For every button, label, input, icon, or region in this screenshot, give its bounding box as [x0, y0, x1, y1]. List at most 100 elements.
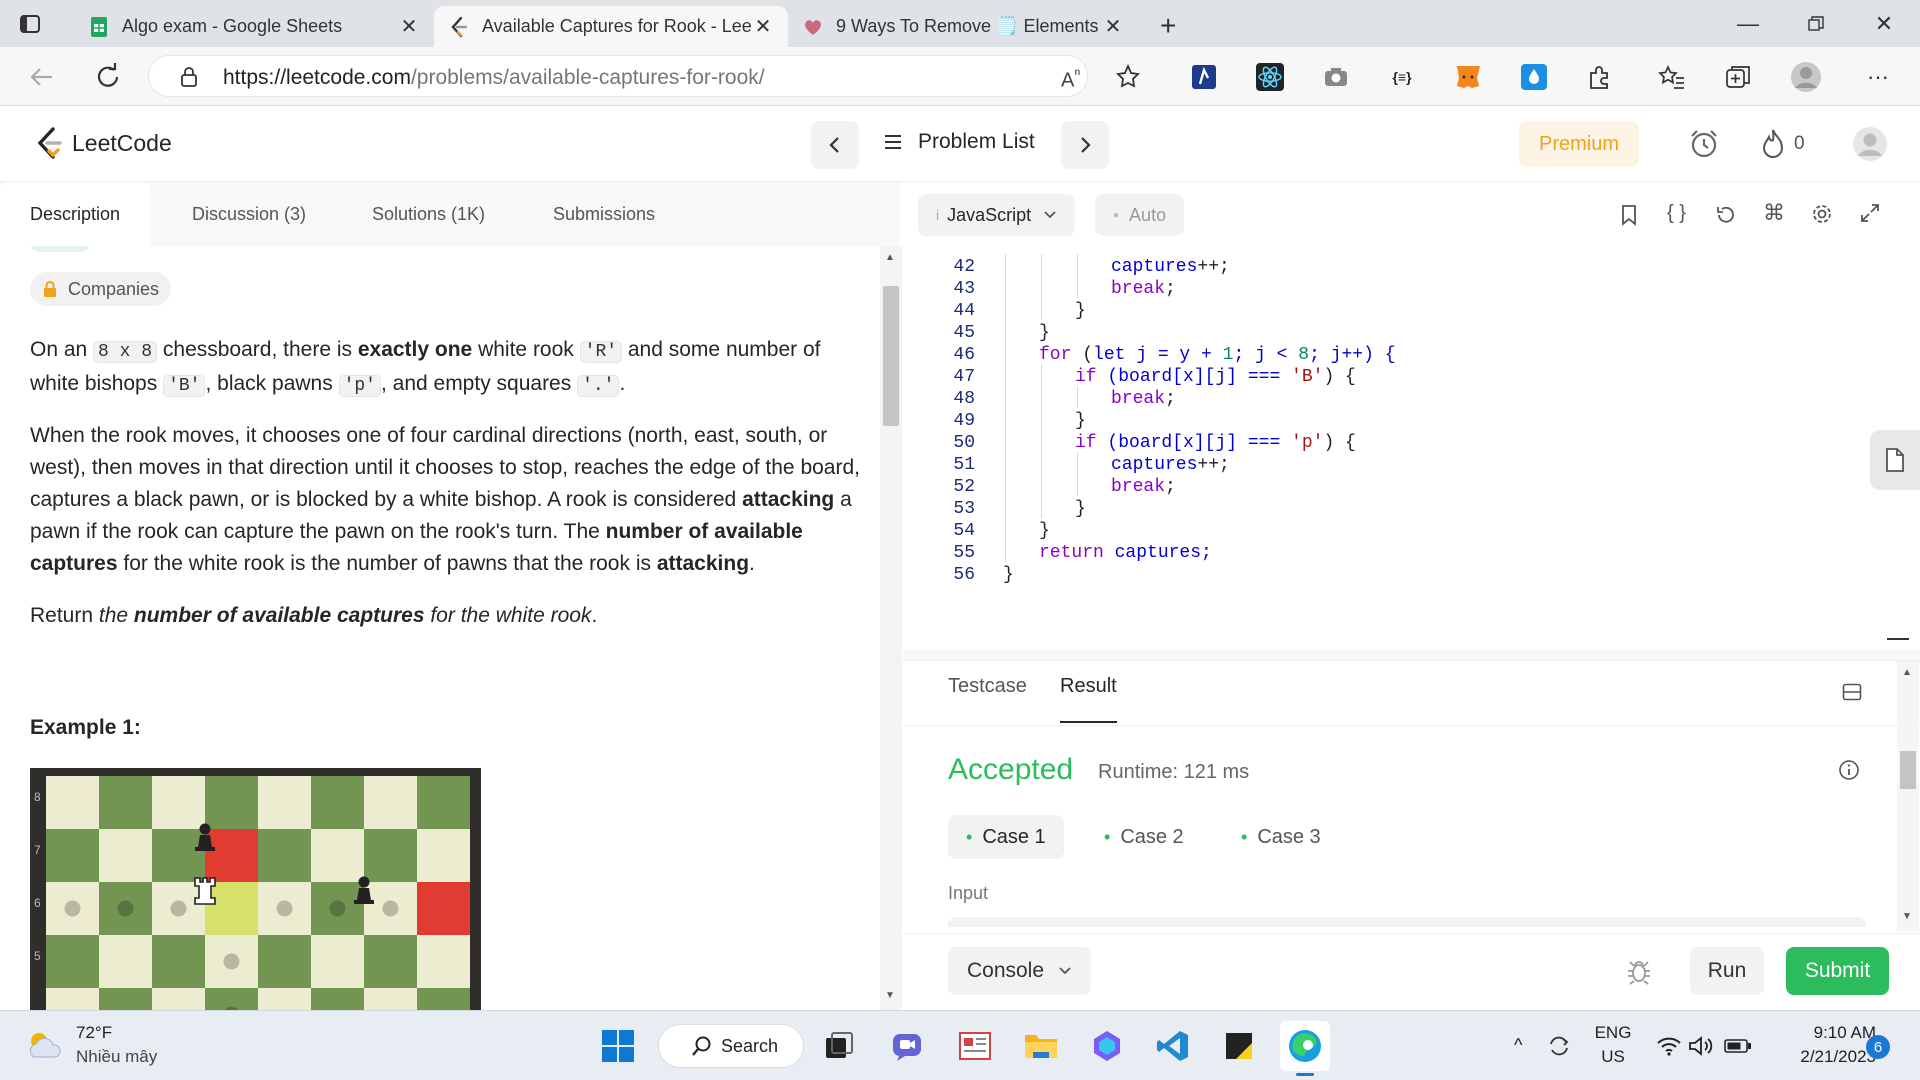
wifi-icon[interactable] [1656, 1035, 1682, 1057]
new-tab-icon[interactable]: + [1160, 10, 1176, 42]
scroll-down-icon[interactable]: ▼ [885, 990, 895, 1001]
case-1-tab[interactable]: • Case 1 [948, 815, 1064, 859]
tab-testcase[interactable]: Testcase [948, 675, 1027, 698]
news-app-icon[interactable] [952, 1023, 998, 1069]
restore-icon[interactable] [1782, 0, 1850, 47]
windows-start-icon[interactable] [595, 1023, 641, 1069]
taskbar-search[interactable]: Search [658, 1024, 804, 1068]
chevron-up-icon[interactable]: ^ [1514, 1035, 1522, 1056]
code-editor[interactable]: 42 captures++; 43 break; 44} 45} 46 for (let j … [903, 246, 1920, 650]
layout-toggle-icon[interactable] [1842, 683, 1862, 701]
code-line[interactable]: 56} [903, 562, 1883, 589]
metamask-icon[interactable] [1452, 61, 1484, 93]
camera-icon[interactable] [1320, 61, 1352, 93]
tab-remove-elements[interactable]: 9 Ways To Remove 🗒️ Elements ✕ [788, 6, 1138, 47]
scrollbar-thumb[interactable] [1900, 751, 1916, 789]
url-text[interactable]: https://leetcode.com/problems/available-… [223, 66, 765, 90]
format-braces-icon[interactable]: { } [1667, 202, 1686, 225]
refresh-icon[interactable] [92, 61, 124, 93]
battery-icon[interactable] [1724, 1038, 1752, 1054]
code-token: ; [1165, 389, 1176, 409]
task-view-icon[interactable] [816, 1023, 862, 1069]
more-icon[interactable]: ··· [1862, 61, 1894, 93]
sticky-notes-icon[interactable] [1216, 1023, 1262, 1069]
close-icon[interactable]: ✕ [1102, 14, 1124, 39]
shortcuts-icon[interactable]: ⌘ [1763, 200, 1785, 226]
scrollbar-thumb[interactable] [883, 286, 899, 426]
weather-cloud-icon[interactable] [24, 1029, 64, 1061]
url-bar[interactable]: https://leetcode.com/problems/available-… [148, 55, 1088, 97]
bookmark-icon[interactable] [1620, 204, 1638, 226]
edge-browser-icon[interactable] [1280, 1021, 1330, 1071]
tab-submissions[interactable]: Submissions [553, 182, 655, 246]
json-formatter-icon[interactable]: {≡} [1386, 61, 1418, 93]
minimize-icon[interactable]: — [1714, 0, 1782, 47]
premium-button[interactable]: Premium [1519, 121, 1639, 167]
favorites-icon[interactable] [1656, 61, 1688, 93]
board-square [311, 829, 364, 882]
read-aloud-icon[interactable]: Aⁿ [1061, 64, 1080, 93]
reset-icon[interactable] [1715, 204, 1737, 226]
run-button[interactable]: Run [1690, 947, 1764, 995]
console-button[interactable]: Console [948, 947, 1091, 995]
panel-resize-handle[interactable] [903, 650, 1920, 660]
tab-solutions[interactable]: Solutions (1K) [372, 182, 485, 246]
board-square [152, 776, 205, 829]
companies-button[interactable]: Companies [30, 272, 172, 306]
tab-leetcode[interactable]: Available Captures for Rook - Lee ✕ [434, 6, 788, 47]
description-scrollbar[interactable]: ▲ ▼ [880, 246, 902, 1010]
sync-icon[interactable] [1546, 1033, 1572, 1059]
react-devtools-icon[interactable] [1254, 61, 1286, 93]
notes-side-button[interactable] [1870, 430, 1920, 490]
user-avatar[interactable] [1852, 126, 1888, 162]
input-language[interactable]: ENG US [1593, 1023, 1633, 1067]
chevron-down-icon [1044, 211, 1056, 219]
copilot-icon[interactable] [1084, 1023, 1130, 1069]
back-icon[interactable] [26, 61, 58, 93]
extension-blue-icon[interactable] [1188, 61, 1220, 93]
settings-gear-icon[interactable] [1811, 203, 1833, 225]
problem-list-button[interactable]: Problem List [884, 130, 1035, 154]
leetcode-logo[interactable]: LeetCode [34, 126, 172, 160]
language-select[interactable]: i JavaScript [918, 194, 1076, 236]
streak-counter[interactable]: 0 [1760, 128, 1805, 160]
collections-icon[interactable] [1722, 61, 1754, 93]
case-3-tab[interactable]: • Case 3 [1223, 815, 1339, 859]
close-icon[interactable]: ✕ [398, 14, 420, 39]
weather-desc[interactable]: Nhiều mây [76, 1047, 157, 1067]
volume-icon[interactable] [1688, 1035, 1714, 1057]
tab-google-sheets[interactable]: Algo exam - Google Sheets ✕ [74, 6, 434, 47]
file-explorer-icon[interactable] [1018, 1023, 1064, 1069]
scroll-down-icon[interactable]: ▼ [1902, 911, 1912, 922]
tab-actions-icon[interactable] [16, 10, 44, 38]
teams-chat-icon[interactable] [884, 1023, 930, 1069]
water-drop-extension-icon[interactable] [1518, 61, 1550, 93]
window-close-icon[interactable]: ✕ [1850, 0, 1918, 47]
favorite-add-icon[interactable] [1112, 61, 1144, 93]
mode-select[interactable]: ● Auto [1095, 194, 1185, 236]
debug-bug-icon[interactable] [1625, 957, 1653, 985]
submit-button[interactable]: Submit [1786, 947, 1889, 995]
scroll-up-icon[interactable]: ▲ [885, 252, 895, 263]
result-scrollbar[interactable]: ▲ ▼ [1897, 661, 1919, 931]
extensions-icon[interactable] [1584, 61, 1616, 93]
fullscreen-icon[interactable] [1860, 203, 1880, 223]
active-tab-underline [1060, 721, 1117, 723]
tab-result[interactable]: Result [1060, 675, 1117, 698]
lock-icon[interactable] [179, 66, 199, 88]
vscode-icon[interactable] [1150, 1023, 1196, 1069]
scroll-up-icon[interactable]: ▲ [1902, 667, 1912, 678]
prev-problem-button[interactable] [811, 121, 859, 169]
close-icon[interactable]: ✕ [752, 14, 774, 39]
info-icon[interactable] [1838, 759, 1860, 781]
indent-guide [1041, 386, 1042, 408]
clock[interactable]: 9:10 AM 2/21/2023 [1770, 1023, 1876, 1067]
tab-description[interactable]: Description [0, 182, 151, 246]
weather-temp[interactable]: 72°F [76, 1023, 112, 1043]
alarm-clock-icon[interactable] [1688, 128, 1720, 160]
tab-discussion[interactable]: Discussion (3) [192, 182, 306, 246]
next-problem-button[interactable] [1061, 121, 1109, 169]
notification-badge[interactable]: 6 [1866, 1035, 1890, 1059]
case-2-tab[interactable]: • Case 2 [1086, 815, 1202, 859]
profile-avatar[interactable] [1790, 61, 1822, 93]
